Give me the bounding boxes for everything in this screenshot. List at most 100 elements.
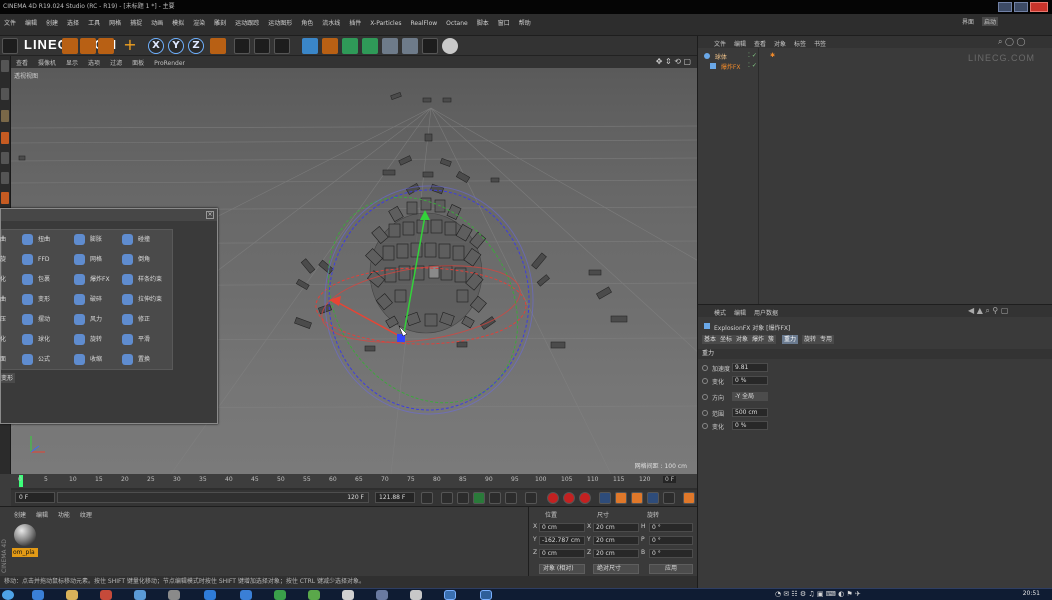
timeline[interactable]: 0 5 10 15 20 25 30 35 40 45 50 55 60 65 …	[11, 474, 697, 490]
row-prefix-3[interactable]: 弯曲	[0, 290, 22, 310]
start-frame-field[interactable]: 0 F	[15, 492, 55, 503]
rotate-tool-icon[interactable]	[98, 38, 114, 54]
live-selection-icon[interactable]: +	[122, 37, 138, 54]
move-tool-icon[interactable]	[62, 38, 78, 54]
keyframe-toggle-icon[interactable]	[702, 410, 708, 416]
y-axis-lock-button[interactable]: Y	[168, 38, 184, 54]
tab-coordinates[interactable]: 坐标	[718, 335, 735, 344]
attr-menu-mode[interactable]: 模式	[714, 308, 726, 317]
material-menu-edit[interactable]: 编辑	[36, 512, 48, 519]
viewport-menu-panel[interactable]: 面板	[132, 58, 144, 67]
phong-tag-icon[interactable]: ✱	[770, 52, 775, 59]
menu-help[interactable]: 帮助	[519, 18, 531, 27]
render-view-icon[interactable]	[234, 38, 250, 54]
menu-mesh[interactable]: 网格	[109, 18, 121, 27]
material-preview-ball[interactable]	[14, 524, 36, 546]
deformer-item[interactable]: 碰撞	[120, 230, 172, 250]
rotation-key-icon[interactable]	[631, 492, 643, 504]
taskbar-app-icon[interactable]	[240, 590, 252, 600]
deformer-item[interactable]: 包裹	[20, 270, 70, 290]
layout-select[interactable]: 启动	[982, 17, 999, 26]
minimize-button[interactable]	[998, 2, 1012, 12]
position-x-field[interactable]: 0 cm	[539, 523, 585, 532]
menu-motion-tracker[interactable]: 运动跟踪	[235, 18, 259, 27]
material-menu-create[interactable]: 创建	[14, 512, 26, 519]
auto-keying-icon[interactable]	[563, 492, 575, 504]
om-menu-view[interactable]: 查看	[754, 39, 766, 48]
menu-plugins[interactable]: 插件	[349, 18, 361, 27]
deformer-item[interactable]: 扭曲	[20, 230, 70, 250]
viewport-menu-prorender[interactable]: ProRender	[154, 60, 185, 67]
om-menu-bookmarks[interactable]: 书签	[814, 39, 826, 48]
menu-create[interactable]: 创建	[46, 18, 58, 27]
attr-menu-userdata[interactable]: 用户数据	[754, 308, 778, 317]
tab-rotation[interactable]: 旋转	[802, 335, 819, 344]
deformer-item[interactable]: 公式	[20, 350, 70, 370]
object-row[interactable]: 球体 ⁚ ✓ ✱	[704, 52, 775, 62]
row-prefix-2[interactable]: 锥化	[0, 270, 22, 290]
viewport-nav-icons[interactable]: ✥ ⇕ ⟲ ▢	[656, 57, 691, 66]
previous-frame-icon[interactable]	[457, 492, 469, 504]
taskbar-app-icon[interactable]	[168, 590, 180, 600]
om-menu-objects[interactable]: 对象	[774, 39, 786, 48]
object-visibility-icon[interactable]: ⁚ ✓	[748, 52, 757, 59]
edge-mode-icon[interactable]	[1, 152, 9, 164]
palette-close-icon[interactable]: ×	[206, 211, 214, 219]
deformer-item[interactable]: 破碎	[72, 290, 122, 310]
model-mode-icon[interactable]	[1, 88, 9, 100]
deformer-item[interactable]: 网格	[72, 250, 122, 270]
size-x-field[interactable]: 20 cm	[593, 523, 639, 532]
light-icon[interactable]	[442, 38, 458, 54]
pen-spline-icon[interactable]	[322, 38, 338, 54]
array-generator-icon[interactable]	[362, 38, 378, 54]
taskbar-app-icon[interactable]	[204, 590, 216, 600]
om-menu-tags[interactable]: 标签	[794, 39, 806, 48]
menu-realflow[interactable]: RealFlow	[411, 20, 438, 27]
menu-xparticles[interactable]: X-Particles	[370, 20, 401, 27]
deformer-item[interactable]: FFD	[20, 250, 70, 270]
row-prefix-1[interactable]: 螺旋	[0, 250, 22, 270]
attr-menu-edit[interactable]: 编辑	[734, 308, 746, 317]
om-search-icon[interactable]: ⌕ ◯ ◯	[998, 37, 1025, 47]
menu-sculpt[interactable]: 雕刻	[214, 18, 226, 27]
material-menu-function[interactable]: 功能	[58, 512, 70, 519]
coordinate-system-icon[interactable]	[210, 38, 226, 54]
row-prefix-5[interactable]: 融化	[0, 330, 22, 350]
size-z-field[interactable]: 20 cm	[593, 549, 639, 558]
z-axis-lock-button[interactable]: Z	[188, 38, 204, 54]
deformer-item[interactable]: 置换	[120, 350, 172, 370]
range-variation-field[interactable]: 0 %	[732, 421, 768, 430]
tab-basic[interactable]: 基本	[702, 335, 719, 344]
row-prefix-7[interactable]: 变形	[1, 373, 15, 383]
polygon-mode-icon[interactable]	[1, 172, 9, 184]
menu-pipeline[interactable]: 流水线	[322, 18, 340, 27]
viewport-menu-view[interactable]: 查看	[16, 58, 28, 67]
attr-nav-icons[interactable]: ◀ ▲ ⌕ ⚲ ▢	[968, 306, 1008, 316]
maximize-button[interactable]	[1014, 2, 1028, 12]
taskbar-app-icon[interactable]	[410, 590, 422, 600]
render-picture-viewer-icon[interactable]	[254, 38, 270, 54]
deformer-item[interactable]: 球化	[20, 330, 70, 350]
deformer-item[interactable]: 风力	[72, 310, 122, 330]
object-row[interactable]: 爆炸FX ⁚ ✓	[710, 62, 757, 72]
object-name[interactable]: 球体	[715, 54, 727, 61]
record-keys-icon[interactable]	[547, 492, 559, 504]
deformer-item[interactable]: 摆动	[20, 310, 70, 330]
menu-octane[interactable]: Octane	[446, 20, 468, 27]
cinema4d-taskbar-icon[interactable]	[444, 590, 456, 600]
rotation-p-field[interactable]: 0 °	[649, 536, 693, 545]
deformer-icon[interactable]	[382, 38, 398, 54]
tab-cluster[interactable]: 簇	[766, 335, 777, 344]
previous-key-icon[interactable]	[441, 492, 453, 504]
menu-animate[interactable]: 动画	[151, 18, 163, 27]
menu-character[interactable]: 角色	[301, 18, 313, 27]
camera-icon[interactable]	[422, 38, 438, 54]
menu-render[interactable]: 渲染	[193, 18, 205, 27]
play-icon[interactable]	[473, 492, 485, 504]
tab-explosion[interactable]: 爆炸	[750, 335, 767, 344]
deformer-item[interactable]: 样条约束	[120, 270, 172, 290]
tab-object[interactable]: 对象	[734, 335, 751, 344]
row-prefix-4[interactable]: 挤压	[0, 310, 22, 330]
taskbar-app-icon[interactable]	[100, 590, 112, 600]
variation-field[interactable]: 0 %	[732, 376, 768, 385]
